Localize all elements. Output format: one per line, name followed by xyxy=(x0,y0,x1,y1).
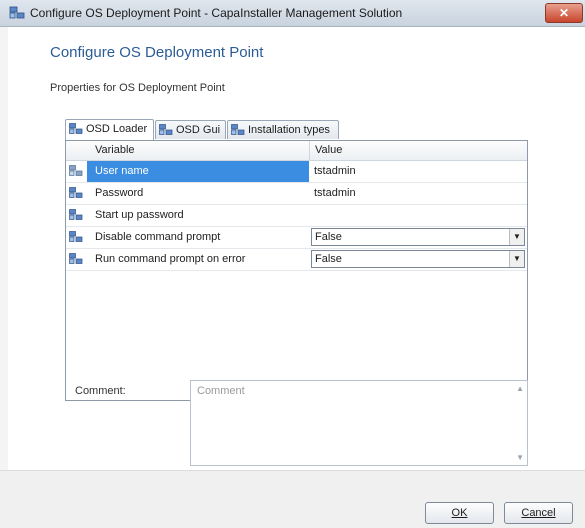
computer-group-icon xyxy=(69,231,83,242)
computer-group-icon xyxy=(69,123,83,134)
property-name: Start up password xyxy=(95,209,184,221)
property-row-user-name[interactable]: User name tstadmin xyxy=(66,161,527,183)
page-subtitle: Properties for OS Deployment Point xyxy=(50,82,225,94)
property-grid[interactable]: Variable Value User name tstadmin Passwo… xyxy=(65,140,528,401)
page-title: Configure OS Deployment Point xyxy=(50,44,264,61)
value-dropdown[interactable]: False ▼ xyxy=(311,228,525,246)
tab-label: Installation types xyxy=(248,124,330,136)
computer-group-icon xyxy=(69,165,83,176)
property-value[interactable]: tstadmin xyxy=(314,183,527,204)
cancel-button-label: Cancel xyxy=(521,507,556,519)
property-name: Disable command prompt xyxy=(95,231,221,243)
scroll-down-icon[interactable]: ▼ xyxy=(516,453,524,462)
ok-button-label: OK xyxy=(451,507,468,519)
scroll-up-icon[interactable]: ▲ xyxy=(516,384,524,393)
grid-header: Variable Value xyxy=(66,141,527,161)
property-value[interactable] xyxy=(314,205,527,226)
close-icon: ✕ xyxy=(558,6,570,20)
computer-group-icon xyxy=(69,209,83,220)
chevron-down-icon[interactable]: ▼ xyxy=(509,251,524,267)
computer-group-icon xyxy=(9,6,25,19)
dropdown-selected-value: False xyxy=(315,253,342,265)
property-name: Run command prompt on error xyxy=(95,253,246,265)
computer-group-icon xyxy=(69,253,83,264)
title-bar[interactable]: Configure OS Deployment Point - CapaInst… xyxy=(0,0,585,27)
property-row-password[interactable]: Password tstadmin xyxy=(66,183,527,205)
dialog-footer xyxy=(0,470,585,528)
tab-osd-loader[interactable]: OSD Loader xyxy=(65,119,154,140)
tab-label: OSD Gui xyxy=(176,124,221,136)
computer-group-icon xyxy=(231,124,245,135)
tab-label: OSD Loader xyxy=(86,123,148,135)
chevron-down-icon[interactable]: ▼ xyxy=(509,229,524,245)
computer-group-icon xyxy=(69,187,83,198)
property-value[interactable]: tstadmin xyxy=(314,161,527,182)
column-header-value[interactable]: Value xyxy=(315,144,342,156)
comment-label: Comment: xyxy=(75,385,126,397)
dialog-window: Configure OS Deployment Point - CapaInst… xyxy=(0,0,585,528)
close-button[interactable]: ✕ xyxy=(545,3,583,23)
property-row-run-command-prompt-on-error[interactable]: Run command prompt on error False ▼ xyxy=(66,249,527,271)
ok-button[interactable]: OK xyxy=(425,502,494,524)
property-row-start-up-password[interactable]: Start up password xyxy=(66,205,527,227)
property-name: User name xyxy=(87,161,309,182)
comment-scrollbar[interactable]: ▲ ▼ xyxy=(511,381,527,465)
property-name: Password xyxy=(95,187,144,199)
value-dropdown[interactable]: False ▼ xyxy=(311,250,525,268)
cancel-button[interactable]: Cancel xyxy=(504,502,573,524)
dropdown-selected-value: False xyxy=(315,231,342,243)
computer-group-icon xyxy=(159,124,173,135)
window-title: Configure OS Deployment Point - CapaInst… xyxy=(30,6,403,20)
column-header-variable[interactable]: Variable xyxy=(95,144,135,156)
dialog-content: Configure OS Deployment Point Properties… xyxy=(8,27,585,470)
column-divider[interactable] xyxy=(309,141,310,160)
comment-placeholder: Comment xyxy=(197,385,245,397)
comment-textarea[interactable]: Comment ▲ ▼ xyxy=(190,380,528,466)
tab-osd-gui[interactable]: OSD Gui xyxy=(155,120,226,139)
property-row-disable-command-prompt[interactable]: Disable command prompt False ▼ xyxy=(66,227,527,249)
tab-installation-types[interactable]: Installation types xyxy=(227,120,339,139)
